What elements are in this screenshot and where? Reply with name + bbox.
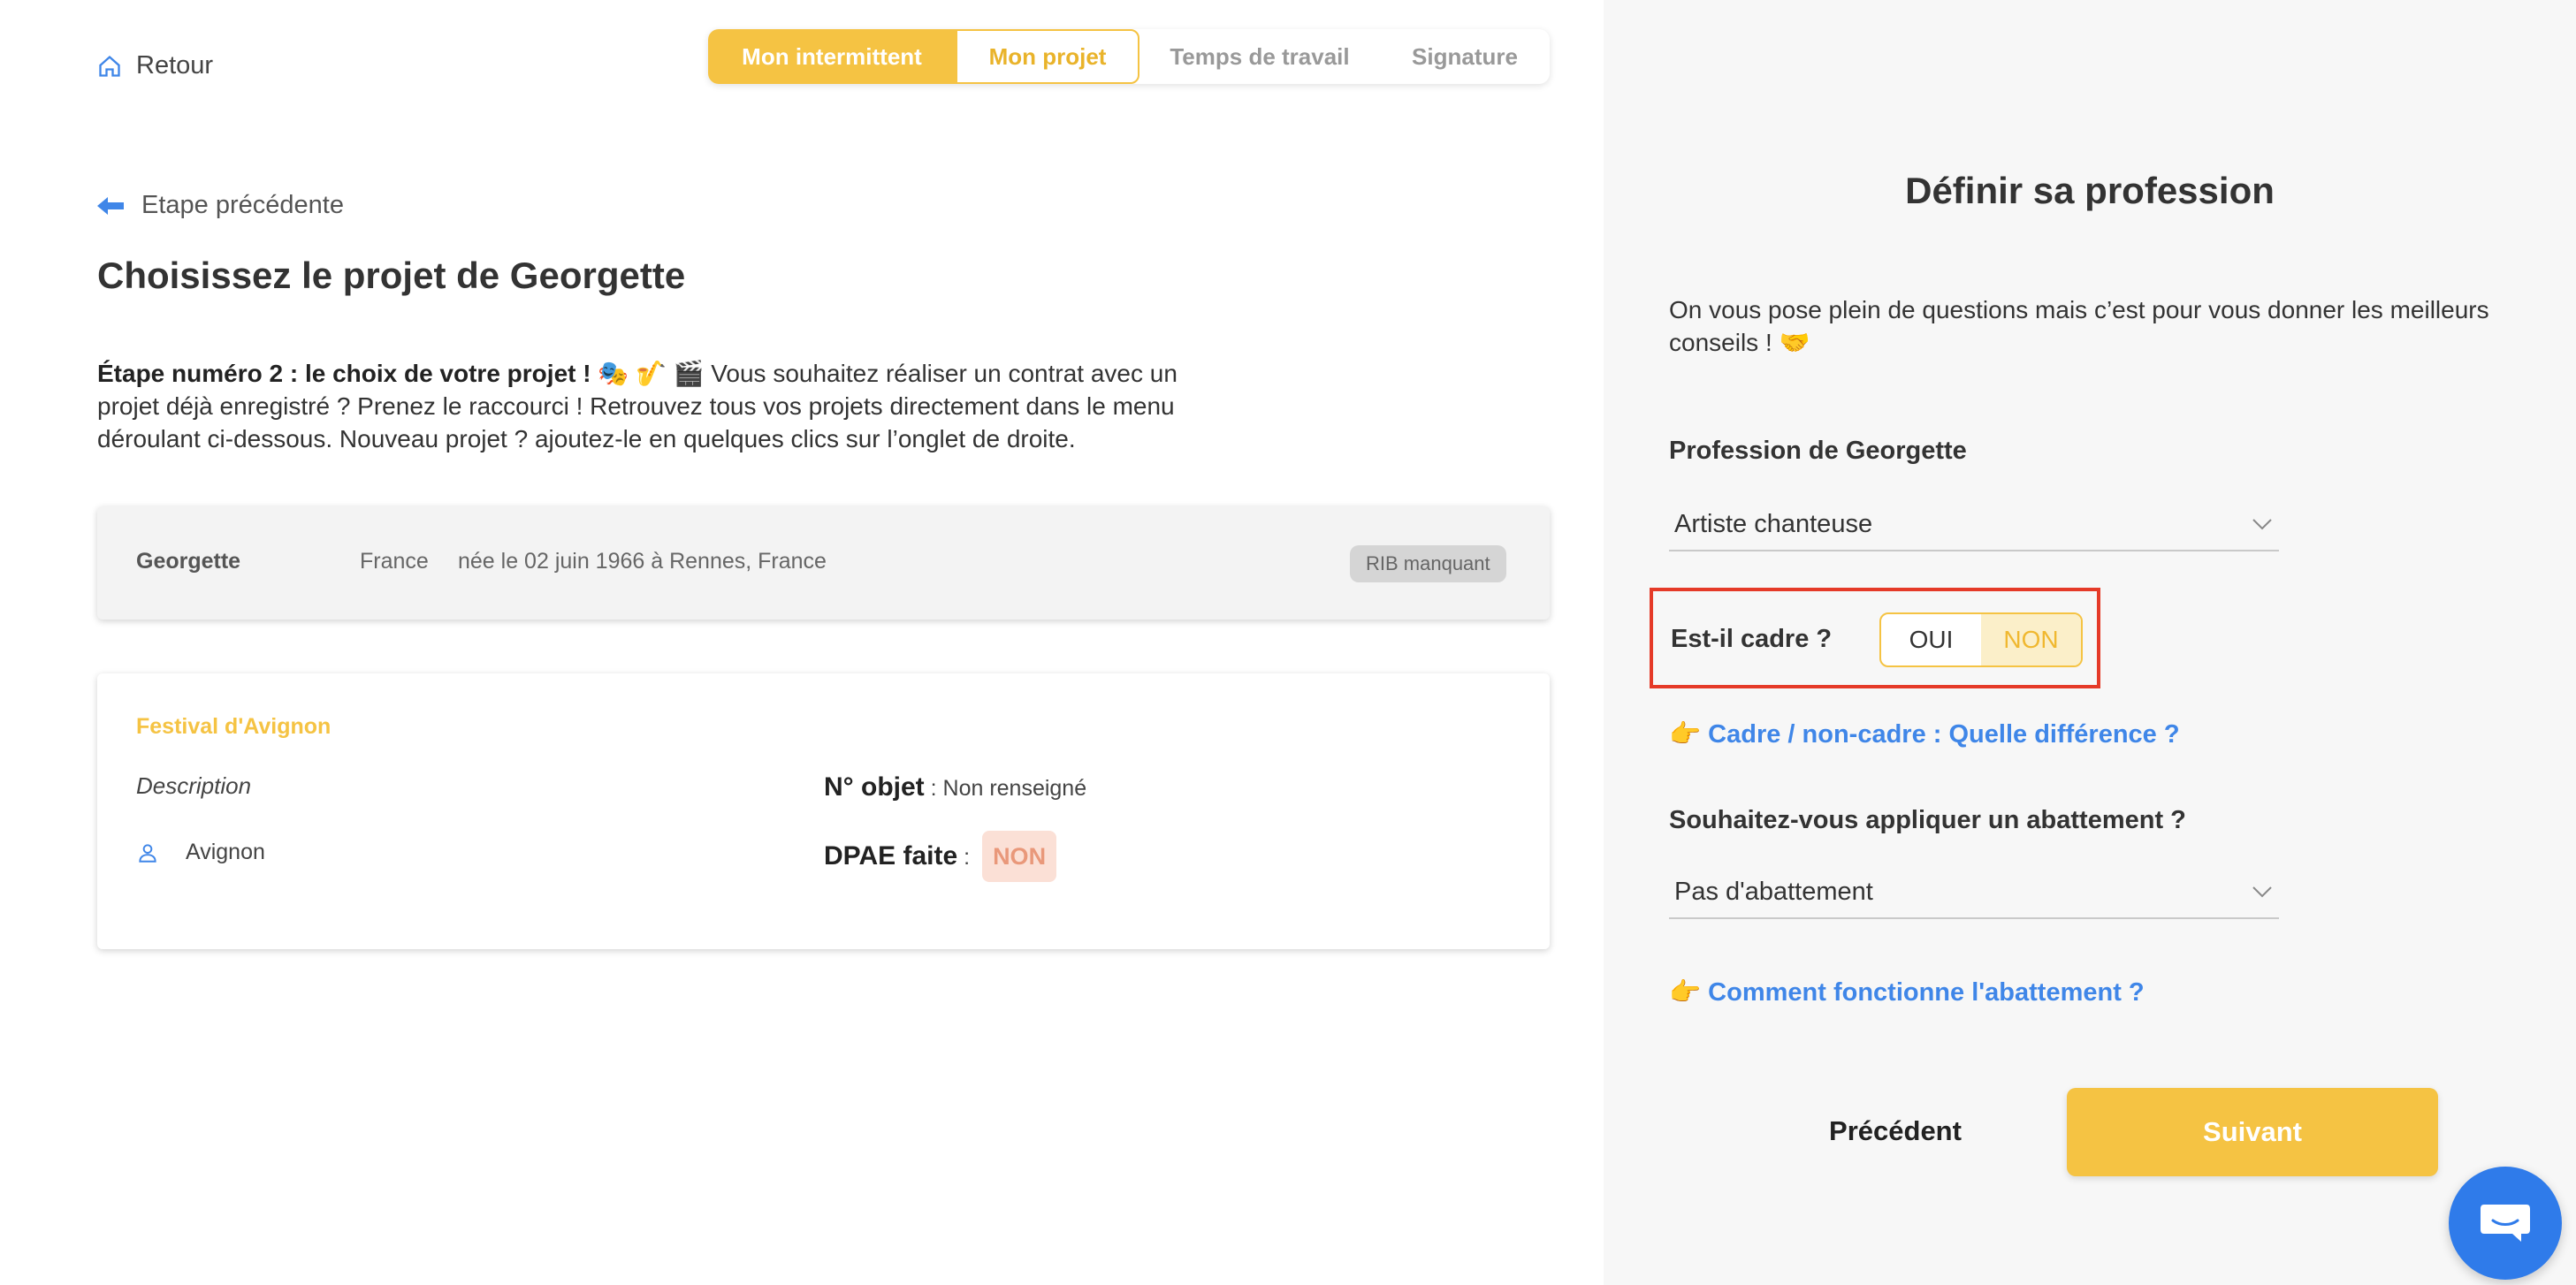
abattement-select[interactable]: Pas d'abattement — [1669, 866, 2279, 919]
cadre-toggle[interactable]: OUI NON — [1879, 612, 2083, 667]
chat-button[interactable] — [2449, 1167, 2562, 1280]
profession-value: Artiste chanteuse — [1674, 509, 1873, 538]
cadre-label: Est-il cadre ? — [1671, 625, 1833, 653]
object-label: N° objet — [824, 772, 925, 802]
dpae-label: DPAE faite — [824, 841, 958, 871]
profession-label: Profession de Georgette — [1669, 437, 1967, 465]
cadre-difference-link[interactable]: 👉 Cadre / non-cadre : Quelle différence … — [1669, 719, 2180, 749]
intro-text: Étape numéro 2 : le choix de votre proje… — [97, 357, 1202, 455]
cadre-option-oui[interactable]: OUI — [1881, 614, 1981, 665]
cadre-option-non[interactable]: NON — [1981, 614, 2081, 665]
project-object-number: N° objet : Non renseigné — [824, 772, 1086, 802]
object-value: : Non renseigné — [924, 776, 1087, 801]
home-icon — [99, 55, 120, 77]
profession-subtitle: On vous pose plein de questions mais c’e… — [1669, 296, 2489, 356]
project-location: Avignon — [136, 840, 265, 865]
rib-missing-badge: RIB manquant — [1350, 545, 1506, 582]
chevron-down-icon — [2252, 886, 2272, 898]
left-pane: Retour Mon intermittent Mon projet Temps… — [0, 0, 1604, 1285]
back-link[interactable]: Retour — [97, 51, 213, 80]
chat-bubble-icon — [2481, 1205, 2530, 1242]
project-location-label: Avignon — [186, 840, 265, 864]
person-birth: née le 02 juin 1966 à Rennes, France — [458, 549, 827, 574]
project-description: Description — [136, 772, 252, 799]
previous-step-label: Etape précédente — [141, 191, 344, 219]
stepper: Mon intermittent Mon projet Temps de tra… — [708, 29, 1550, 84]
step-mon-intermittent[interactable]: Mon intermittent — [708, 29, 956, 84]
abattement-value: Pas d'abattement — [1674, 877, 1873, 906]
project-title: Festival d'Avignon — [136, 714, 332, 739]
page-title: Choisissez le projet de Georgette — [97, 255, 686, 296]
person-name: Georgette — [136, 549, 241, 574]
right-pane: Définir sa profession On vous pose plein… — [1604, 0, 2576, 1285]
previous-button[interactable]: Précédent — [1763, 1087, 2028, 1175]
project-dpae: DPAE faite : NON — [824, 831, 1057, 882]
back-label: Retour — [136, 51, 214, 80]
arrow-left-icon — [97, 196, 124, 215]
abattement-info-link[interactable]: 👉 Comment fonctionne l'abattement ? — [1669, 977, 2145, 1007]
dpae-separator: : — [957, 845, 971, 870]
step-signature[interactable]: Signature — [1380, 29, 1550, 84]
previous-step-link[interactable]: Etape précédente — [97, 191, 344, 220]
profession-select[interactable]: Artiste chanteuse — [1669, 498, 2279, 551]
next-button[interactable]: Suivant — [2067, 1088, 2438, 1176]
step-mon-projet[interactable]: Mon projet — [956, 29, 1139, 84]
person-card[interactable]: Georgette France née le 02 juin 1966 à R… — [97, 506, 1550, 620]
user-location-icon — [139, 843, 156, 863]
cadre-question: Est-il cadre ? OUI NON — [1650, 588, 2100, 688]
dpae-status-badge: NON — [982, 831, 1057, 882]
profession-title: Définir sa profession — [1905, 170, 2275, 211]
person-country: France — [360, 549, 429, 574]
chevron-down-icon — [2252, 519, 2272, 530]
intro-bold: Étape numéro 2 : le choix de votre proje… — [97, 360, 705, 387]
project-card[interactable]: Festival d'Avignon Description Avignon N… — [97, 673, 1550, 949]
step-temps-de-travail[interactable]: Temps de travail — [1139, 29, 1380, 84]
abattement-label: Souhaitez-vous appliquer un abattement ? — [1669, 806, 2186, 834]
